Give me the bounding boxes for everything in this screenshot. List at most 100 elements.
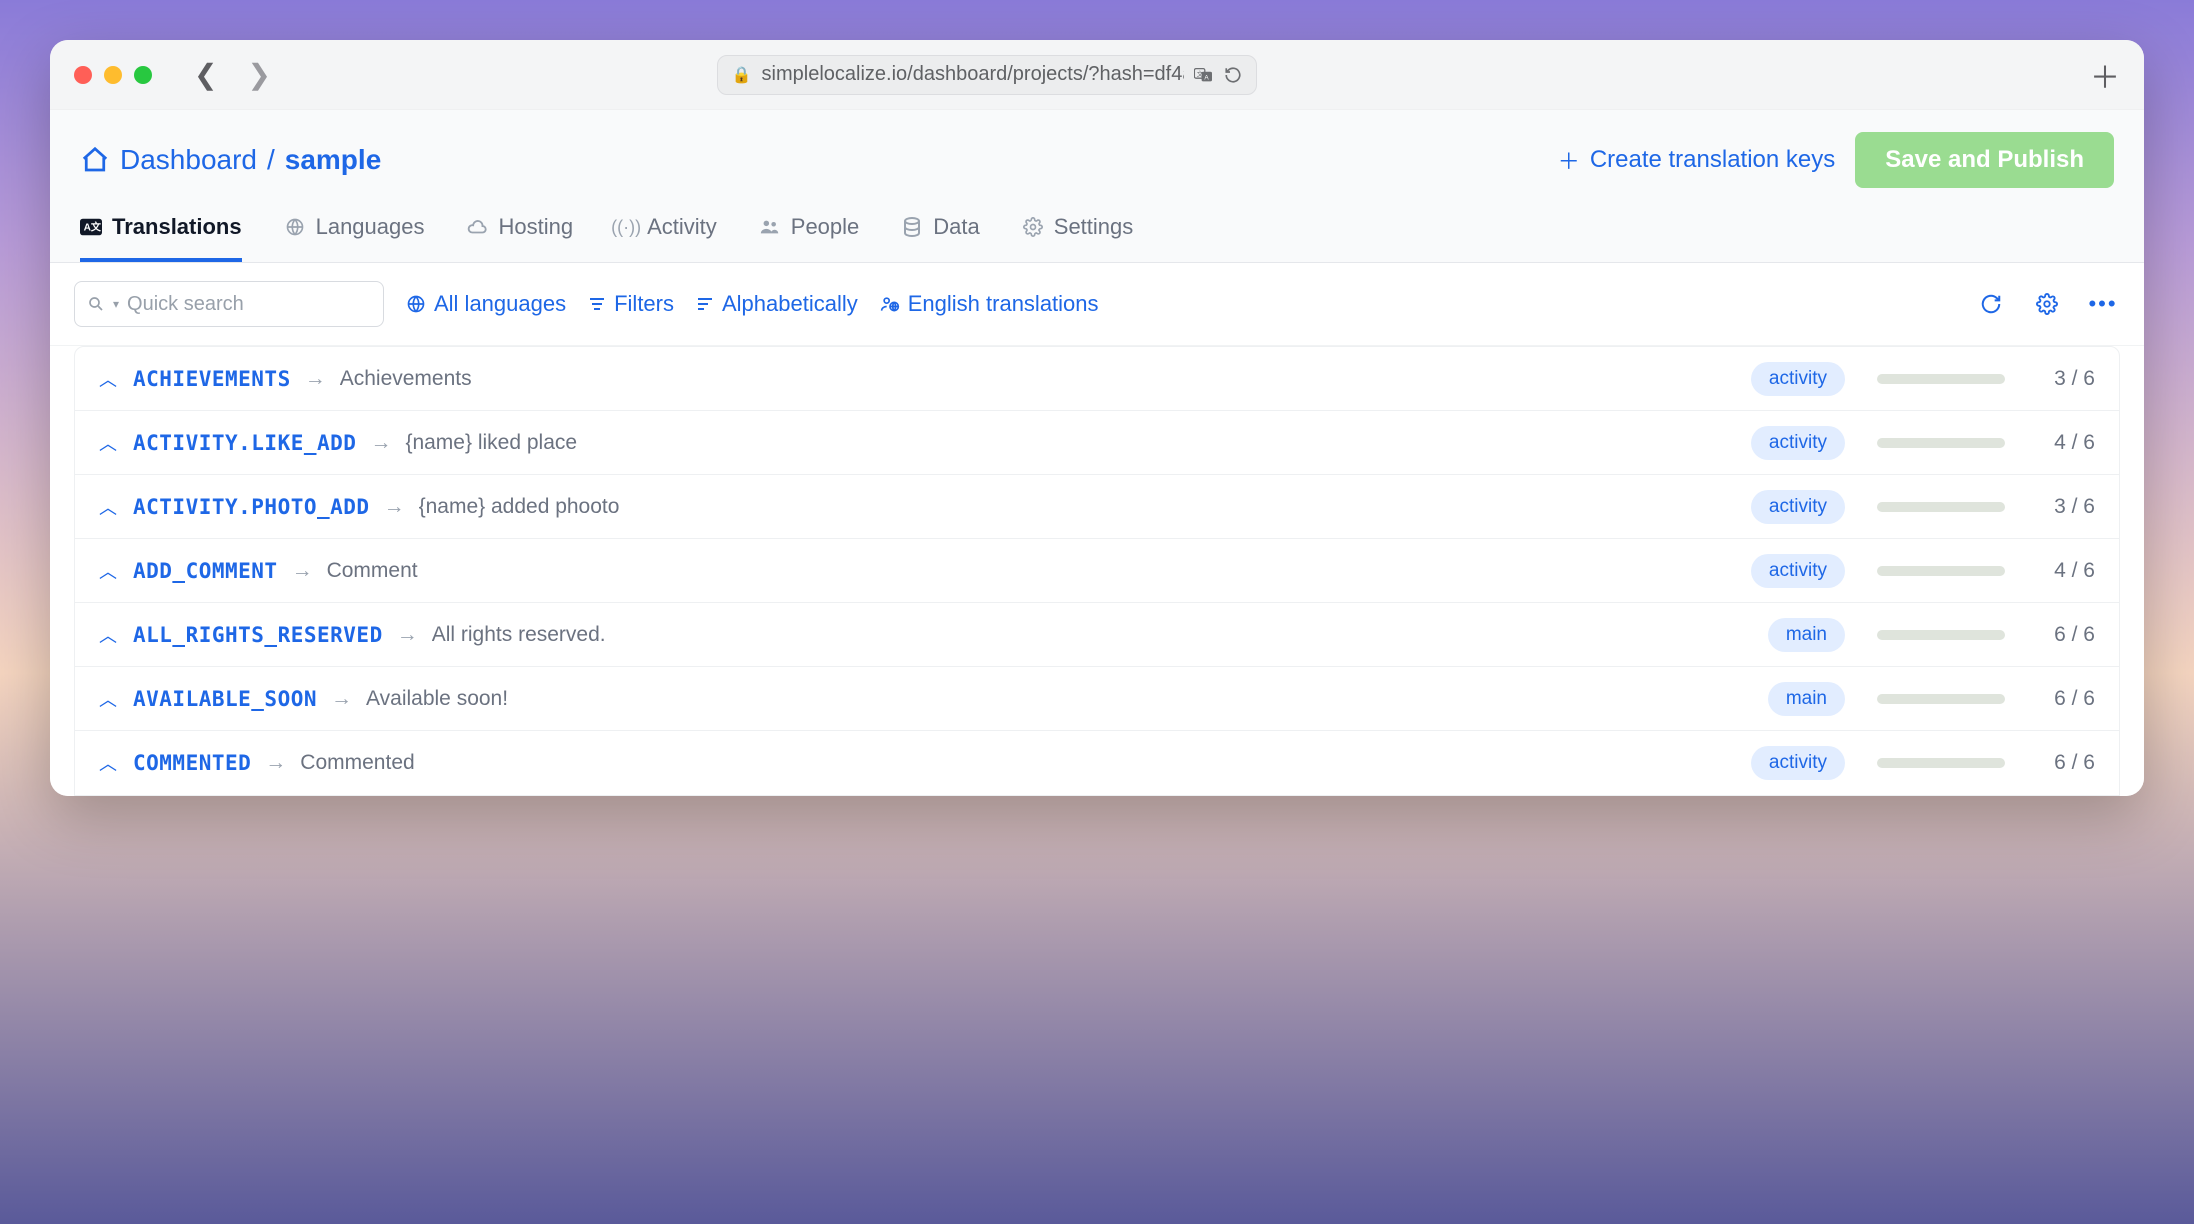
tab-people[interactable]: People [759,214,860,262]
namespace-tag[interactable]: activity [1751,554,1845,588]
tab-activity[interactable]: ((·)) Activity [615,214,717,262]
search-icon [87,295,105,313]
namespace-tag[interactable]: main [1768,682,1845,716]
tab-label: People [791,214,860,240]
tab-translations[interactable]: A文 Translations [80,214,242,262]
tab-languages[interactable]: Languages [284,214,425,262]
progress-bar [1877,630,2005,640]
breadcrumb-project[interactable]: sample [285,144,382,176]
progress-count: 4 / 6 [2035,559,2095,583]
svg-text:A文: A文 [84,221,102,234]
translation-key[interactable]: AVAILABLE_SOON [133,687,317,711]
namespace-tag[interactable]: activity [1751,362,1845,396]
chevron-up-icon: ︿ [99,430,119,456]
translation-key[interactable]: ACTIVITY.LIKE_ADD [133,431,356,455]
new-tab-button[interactable]: ＋ [2090,53,2120,97]
traffic-lights [74,66,152,84]
create-keys-button[interactable]: ＋ Create translation keys [1558,144,1835,176]
arrow-icon: → [305,367,326,391]
namespace-tag[interactable]: activity [1751,746,1845,780]
tab-hosting[interactable]: Hosting [466,214,573,262]
header-row: Dashboard / sample ＋ Create translation … [50,110,2144,188]
translation-row[interactable]: ︿COMMENTED→Commentedactivity6 / 6 [75,731,2119,795]
back-button[interactable]: ❮ [194,58,217,91]
preview-language[interactable]: English translations [880,291,1099,317]
window-zoom[interactable] [134,66,152,84]
filter-languages[interactable]: All languages [406,291,566,317]
translation-key[interactable]: ACTIVITY.PHOTO_ADD [133,495,370,519]
chevron-up-icon: ︿ [99,622,119,648]
search-input[interactable] [127,293,392,316]
progress-bar [1877,374,2005,384]
url-text: simplelocalize.io/dashboard/projects/?ha… [762,63,1184,86]
reload-icon[interactable] [1224,66,1242,84]
gear-icon [1022,216,1044,238]
arrow-icon: → [292,559,313,583]
arrow-icon: → [331,687,352,711]
translate-icon[interactable]: 文A [1194,67,1214,83]
translation-key[interactable]: ACHIEVEMENTS [133,367,291,391]
progress-count: 6 / 6 [2035,687,2095,711]
translation-row[interactable]: ︿ALL_RIGHTS_RESERVED→All rights reserved… [75,603,2119,667]
translation-preview: Achievements [340,367,1737,391]
quick-search[interactable]: ▾ [74,281,384,327]
namespace-tag[interactable]: activity [1751,426,1845,460]
window-minimize[interactable] [104,66,122,84]
tab-data[interactable]: Data [901,214,979,262]
more-button[interactable]: ••• [2086,287,2120,321]
plus-icon: ＋ [1558,144,1580,176]
progress-bar [1877,438,2005,448]
forward-button[interactable]: ❯ [247,58,270,91]
tab-label: Hosting [498,214,573,240]
cloud-icon [466,216,488,238]
app-content: Dashboard / sample ＋ Create translation … [50,110,2144,796]
settings-button[interactable] [2030,287,2064,321]
progress-count: 3 / 6 [2035,367,2095,391]
filter-icon [588,295,606,313]
lock-icon: 🔒 [732,65,752,85]
tab-settings[interactable]: Settings [1022,214,1134,262]
translation-row[interactable]: ︿ACTIVITY.PHOTO_ADD→{name} added phootoa… [75,475,2119,539]
translation-key[interactable]: ADD_COMMENT [133,559,278,583]
home-icon[interactable] [80,145,110,175]
translation-key[interactable]: ALL_RIGHTS_RESERVED [133,623,383,647]
translation-preview: All rights reserved. [432,623,1754,647]
url-bar[interactable]: 🔒 simplelocalize.io/dashboard/projects/?… [717,55,1257,95]
translation-row[interactable]: ︿ACTIVITY.LIKE_ADD→{name} liked placeact… [75,411,2119,475]
tab-label: Languages [316,214,425,240]
filters-button[interactable]: Filters [588,291,674,317]
progress-bar [1877,758,2005,768]
toolbar: ▾ All languages Filters Alphabetically E… [50,263,2144,346]
tab-label: Translations [112,214,242,240]
translation-row[interactable]: ︿AVAILABLE_SOON→Available soon!main6 / 6 [75,667,2119,731]
refresh-button[interactable] [1974,287,2008,321]
browser-window: ❮ ❯ 🔒 simplelocalize.io/dashboard/projec… [50,40,2144,796]
arrow-icon: → [370,431,391,455]
sort-icon [696,295,714,313]
svg-text:A: A [1204,74,1209,81]
progress-count: 4 / 6 [2035,431,2095,455]
window-close[interactable] [74,66,92,84]
svg-text:文: 文 [1196,68,1203,77]
chevron-down-icon: ▾ [113,297,119,311]
tab-label: Data [933,214,979,240]
translation-preview: Commented [300,751,1737,775]
breadcrumb-root[interactable]: Dashboard [120,144,257,176]
progress-bar [1877,694,2005,704]
namespace-tag[interactable]: activity [1751,490,1845,524]
tab-label: Activity [647,214,717,240]
globe-icon [406,294,426,314]
sort-button[interactable]: Alphabetically [696,291,858,317]
translations-icon: A文 [80,216,102,238]
save-publish-button[interactable]: Save and Publish [1855,132,2114,188]
translation-preview: Comment [327,559,1737,583]
header-actions: ＋ Create translation keys Save and Publi… [1558,132,2114,188]
chevron-up-icon: ︿ [99,686,119,712]
translation-row[interactable]: ︿ADD_COMMENT→Commentactivity4 / 6 [75,539,2119,603]
chevron-up-icon: ︿ [99,494,119,520]
translation-key[interactable]: COMMENTED [133,751,251,775]
translation-row[interactable]: ︿ACHIEVEMENTS→Achievementsactivity3 / 6 [75,347,2119,411]
chevron-up-icon: ︿ [99,750,119,776]
tabs: A文 Translations Languages Hosting ((·)) … [50,188,2144,263]
namespace-tag[interactable]: main [1768,618,1845,652]
